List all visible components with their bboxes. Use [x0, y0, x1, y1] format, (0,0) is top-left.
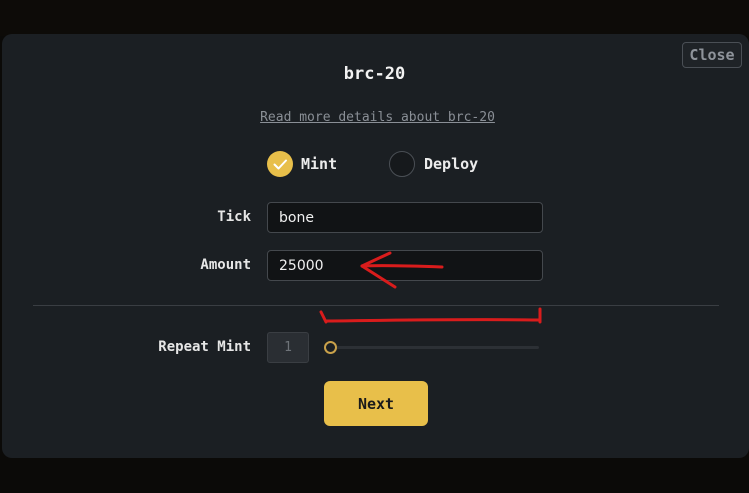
tick-label: Tick	[217, 209, 251, 225]
amount-input[interactable]: 25000	[267, 250, 543, 281]
deploy-label[interactable]: Deploy	[424, 155, 478, 173]
repeat-slider-thumb[interactable]	[324, 341, 337, 354]
repeat-mint-label: Repeat Mint	[158, 339, 251, 355]
deploy-radio[interactable]	[389, 151, 415, 177]
modal-title: brc-20	[343, 64, 406, 84]
next-button[interactable]: Next	[324, 381, 428, 426]
amount-label: Amount	[200, 257, 251, 273]
repeat-mint-count[interactable]: 1	[267, 332, 309, 363]
details-link[interactable]: Read more details about brc-20	[0, 110, 749, 125]
check-icon	[273, 159, 287, 170]
mint-label[interactable]: Mint	[301, 155, 337, 173]
section-divider	[33, 305, 719, 306]
repeat-slider-track[interactable]	[330, 346, 539, 349]
mint-radio[interactable]	[267, 151, 293, 177]
page-backdrop	[0, 0, 749, 36]
tick-input[interactable]: bone	[267, 202, 543, 233]
